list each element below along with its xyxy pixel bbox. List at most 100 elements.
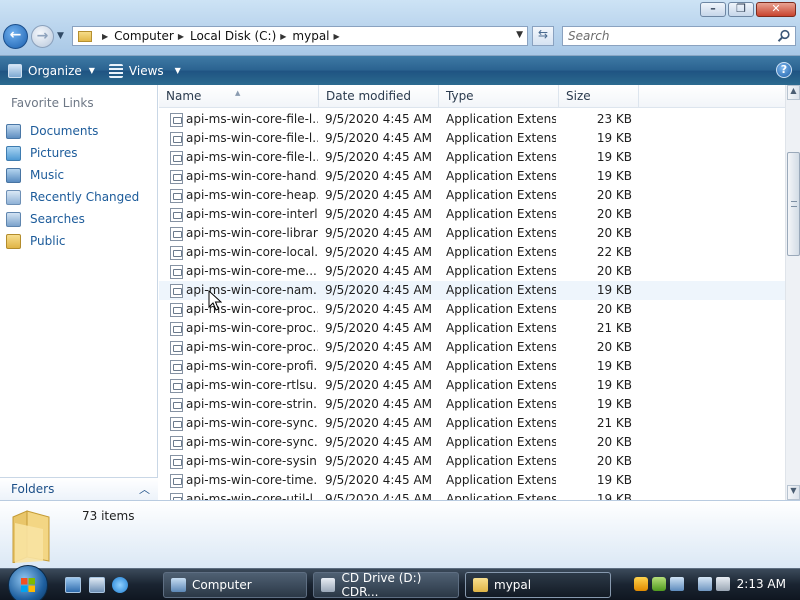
- file-size: 19 KB: [596, 473, 632, 487]
- file-type: Application Extens...: [446, 283, 556, 297]
- table-row[interactable]: api-ms-win-core-file-l... 9/5/2020 4:45 A…: [159, 110, 785, 129]
- table-row[interactable]: api-ms-win-core-me... 9/5/2020 4:45 AM App…: [159, 262, 785, 281]
- help-button[interactable]: ?: [776, 62, 792, 78]
- recent-pages-dropdown[interactable]: ▼: [57, 31, 64, 41]
- organize-button[interactable]: Organize ▼: [8, 63, 95, 78]
- sidebar-item-label: Music: [30, 168, 65, 182]
- search-icon[interactable]: [777, 29, 791, 43]
- breadcrumb-computer[interactable]: Computer: [114, 29, 174, 43]
- file-size: 19 KB: [596, 169, 632, 183]
- file-date-modified: 9/5/2020 4:45 AM: [325, 473, 433, 487]
- organize-label: Organize: [28, 63, 82, 78]
- refresh-button[interactable]: ⇆: [532, 26, 554, 46]
- table-row[interactable]: api-ms-win-core-sync... 9/5/2020 4:45 AM A…: [159, 433, 785, 452]
- file-date-modified: 9/5/2020 4:45 AM: [325, 245, 433, 259]
- search-placeholder: Search: [568, 29, 610, 43]
- taskbar-button-label: Computer: [192, 578, 252, 592]
- file-type: Application Extens...: [446, 169, 556, 183]
- scroll-down-button[interactable]: ▼: [787, 485, 800, 500]
- vertical-scrollbar[interactable]: ▲ ▼: [785, 85, 800, 500]
- chevron-right-icon[interactable]: ▶: [280, 32, 286, 41]
- security-shield-icon[interactable]: [634, 577, 648, 591]
- sort-ascending-icon: ▲: [235, 89, 241, 97]
- table-row[interactable]: api-ms-win-core-file-l... 9/5/2020 4:45 A…: [159, 129, 785, 148]
- taskbar-button-label: mypal: [494, 578, 532, 592]
- breadcrumb-mypal[interactable]: mypal: [292, 29, 329, 43]
- table-row[interactable]: api-ms-win-core-profi... 9/5/2020 4:45 AM…: [159, 357, 785, 376]
- chevron-right-icon[interactable]: ▶: [178, 32, 184, 41]
- clock[interactable]: 2:13 AM: [737, 577, 786, 591]
- close-button[interactable]: ✕: [756, 2, 796, 17]
- table-row[interactable]: api-ms-win-core-strin... 9/5/2020 4:45 AM…: [159, 395, 785, 414]
- sidebar-item-pictures[interactable]: Pictures: [6, 142, 139, 164]
- table-row[interactable]: api-ms-win-core-proc... 9/5/2020 4:45 AM A…: [159, 300, 785, 319]
- switch-windows-icon[interactable]: [89, 577, 105, 593]
- table-row[interactable]: api-ms-win-core-file-l... 9/5/2020 4:45 A…: [159, 148, 785, 167]
- chevron-down-icon: ▼: [88, 66, 95, 75]
- show-desktop-icon[interactable]: [65, 577, 81, 593]
- file-name: api-ms-win-core-proc...: [186, 302, 318, 316]
- scroll-up-button[interactable]: ▲: [787, 85, 800, 100]
- back-button[interactable]: ←: [3, 24, 28, 49]
- file-size: 20 KB: [596, 207, 632, 221]
- views-button[interactable]: Views ▼: [108, 63, 181, 78]
- minimize-button[interactable]: –: [700, 2, 726, 17]
- address-bar[interactable]: ▶ Computer ▶ Local Disk (C:) ▶ mypal ▶ ▼: [72, 26, 528, 46]
- taskbar-button-mypal[interactable]: mypal: [465, 572, 611, 598]
- address-dropdown-icon[interactable]: ▼: [516, 30, 523, 40]
- table-row[interactable]: api-ms-win-core-rtlsu... 9/5/2020 4:45 AM…: [159, 376, 785, 395]
- file-date-modified: 9/5/2020 4:45 AM: [325, 188, 433, 202]
- favorite-links-list: Documents Pictures Music Recently Change…: [6, 120, 139, 252]
- sidebar-item-documents[interactable]: Documents: [6, 120, 139, 142]
- scrollbar-thumb[interactable]: [787, 152, 800, 256]
- sidebar-item-music[interactable]: Music: [6, 164, 139, 186]
- table-row[interactable]: api-ms-win-core-util-l... 9/5/2020 4:45 A…: [159, 490, 785, 500]
- dll-file-icon: [170, 170, 183, 184]
- table-row[interactable]: api-ms-win-core-time... 9/5/2020 4:45 AM A…: [159, 471, 785, 490]
- forward-button[interactable]: →: [31, 25, 54, 48]
- chevron-right-icon[interactable]: ▶: [334, 32, 340, 41]
- grip-icon: [791, 201, 797, 207]
- cd-drive-icon: [321, 578, 336, 592]
- dll-file-icon: [170, 322, 183, 336]
- table-row[interactable]: api-ms-win-core-interl... 9/5/2020 4:45 A…: [159, 205, 785, 224]
- taskbar-button-computer[interactable]: Computer: [163, 572, 307, 598]
- search-input[interactable]: Search: [562, 26, 796, 46]
- chevron-down-icon: ▼: [174, 66, 181, 75]
- table-row[interactable]: api-ms-win-core-local... 9/5/2020 4:45 AM…: [159, 243, 785, 262]
- notification-icon[interactable]: [670, 577, 684, 591]
- table-row[interactable]: api-ms-win-core-sync... 9/5/2020 4:45 AM A…: [159, 414, 785, 433]
- defender-icon[interactable]: [652, 577, 666, 591]
- sidebar-item-recently-changed[interactable]: Recently Changed: [6, 186, 139, 208]
- maximize-button[interactable]: ❐: [728, 2, 754, 17]
- folders-toggle[interactable]: Folders ︿: [0, 477, 158, 500]
- table-row[interactable]: api-ms-win-core-sysin... 9/5/2020 4:45 AM…: [159, 452, 785, 471]
- file-size: 19 KB: [596, 397, 632, 411]
- table-row[interactable]: api-ms-win-core-proc... 9/5/2020 4:45 AM A…: [159, 319, 785, 338]
- taskbar-button-cd-drive[interactable]: CD Drive (D:) CDR...: [313, 571, 459, 599]
- sidebar-item-public[interactable]: Public: [6, 230, 139, 252]
- column-header-name[interactable]: ▲ Name: [159, 85, 319, 108]
- breadcrumb-local-disk[interactable]: Local Disk (C:): [190, 29, 276, 43]
- column-header-type[interactable]: Type: [439, 85, 559, 108]
- command-bar: Organize ▼ Views ▼ ?: [0, 56, 800, 85]
- column-header-size[interactable]: Size: [559, 85, 639, 108]
- volume-muted-icon[interactable]: [716, 577, 730, 591]
- file-name: api-ms-win-core-heap...: [186, 188, 318, 202]
- table-row[interactable]: api-ms-win-core-proc... 9/5/2020 4:45 AM A…: [159, 338, 785, 357]
- table-row[interactable]: api-ms-win-core-nam... 9/5/2020 4:45 AM Ap…: [159, 281, 785, 300]
- start-button[interactable]: [8, 565, 48, 600]
- file-name: api-ms-win-core-sync...: [186, 416, 318, 430]
- table-row[interactable]: api-ms-win-core-heap... 9/5/2020 4:45 AM A…: [159, 186, 785, 205]
- sidebar-item-searches[interactable]: Searches: [6, 208, 139, 230]
- column-header-date[interactable]: Date modified: [319, 85, 439, 108]
- file-date-modified: 9/5/2020 4:45 AM: [325, 321, 433, 335]
- file-date-modified: 9/5/2020 4:45 AM: [325, 302, 433, 316]
- table-row[interactable]: api-ms-win-core-librar... 9/5/2020 4:45 A…: [159, 224, 785, 243]
- chevron-right-icon[interactable]: ▶: [102, 32, 108, 41]
- table-row[interactable]: api-ms-win-core-hand... 9/5/2020 4:45 AM A…: [159, 167, 785, 186]
- file-type: Application Extens...: [446, 340, 556, 354]
- details-pane: 73 items: [0, 500, 800, 568]
- internet-explorer-icon[interactable]: [112, 577, 128, 593]
- network-icon[interactable]: [698, 577, 712, 591]
